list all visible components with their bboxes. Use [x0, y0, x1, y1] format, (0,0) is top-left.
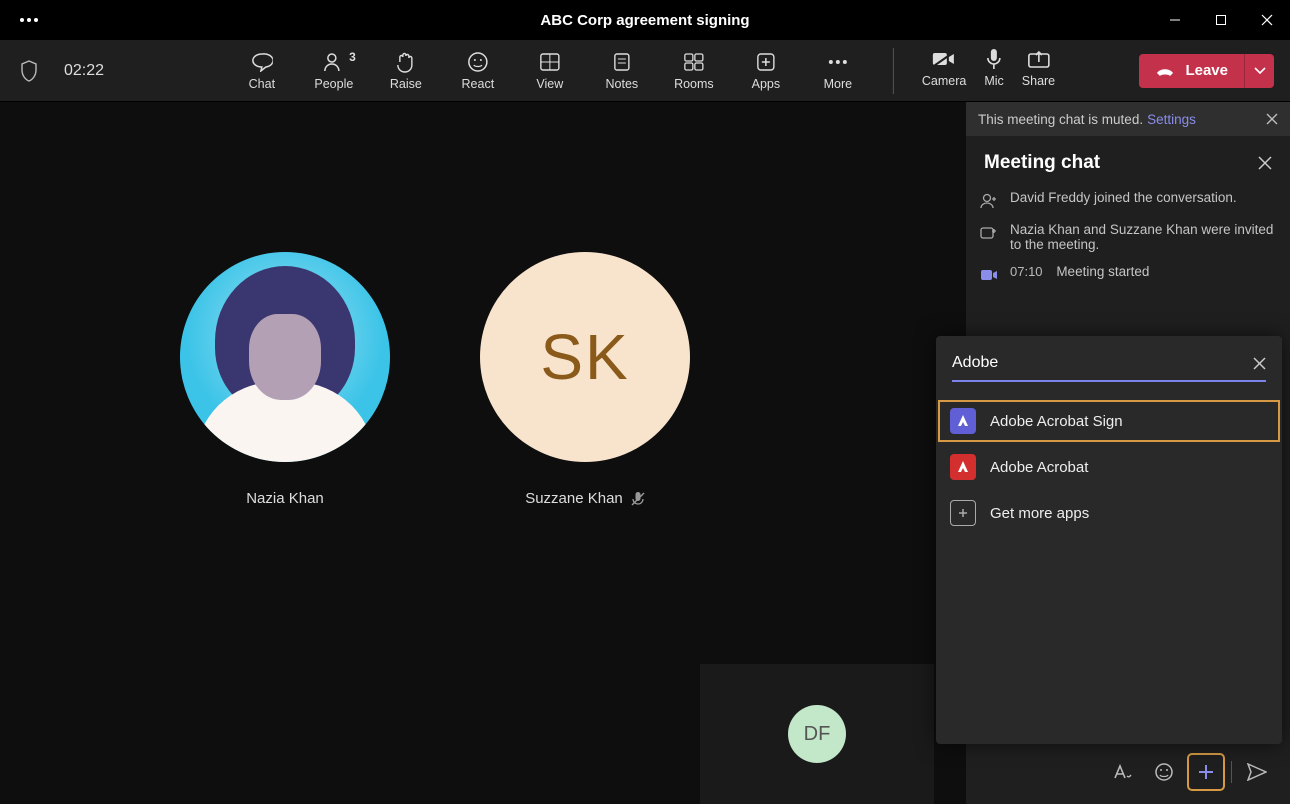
banner-close-icon[interactable]	[1266, 113, 1278, 125]
mic-muted-icon	[631, 491, 645, 507]
smiley-icon	[467, 51, 489, 73]
chat-tab[interactable]: Chat	[235, 48, 289, 94]
emoji-icon[interactable]	[1147, 755, 1181, 789]
notes-icon	[613, 51, 631, 73]
chat-close-icon[interactable]	[1258, 156, 1272, 170]
apps-tab[interactable]: Apps	[739, 48, 793, 94]
leave-dropdown[interactable]	[1244, 54, 1274, 88]
people-tab[interactable]: 3 People	[307, 48, 361, 94]
plus-box-icon	[950, 500, 976, 526]
more-tab[interactable]: More	[811, 48, 865, 94]
people-icon	[323, 51, 345, 73]
compose-divider	[1231, 761, 1232, 783]
video-icon	[980, 266, 998, 284]
toolbar-divider	[893, 48, 894, 94]
react-tab[interactable]: React	[451, 48, 505, 94]
share-button[interactable]: Share	[1022, 48, 1055, 94]
avatar-initials: SK	[540, 320, 629, 394]
adobe-acrobat-icon	[950, 454, 976, 480]
people-count: 3	[349, 50, 356, 64]
mic-toggle[interactable]: Mic	[984, 48, 1003, 94]
participant-name: Suzzane Khan	[525, 490, 623, 507]
view-tab[interactable]: View	[523, 48, 577, 94]
person-invite-icon	[980, 224, 998, 242]
app-search-input[interactable]	[952, 354, 1253, 372]
raise-hand-tab[interactable]: Raise	[379, 48, 433, 94]
avatar: SK	[480, 252, 690, 462]
apps-icon	[756, 51, 776, 73]
add-app-icon[interactable]	[1189, 755, 1223, 789]
chat-muted-banner: This meeting chat is muted. Settings	[966, 102, 1290, 136]
camera-toggle[interactable]: Camera	[922, 48, 966, 94]
notes-tab[interactable]: Notes	[595, 48, 649, 94]
adobe-sign-icon	[950, 408, 976, 434]
camera-off-icon	[932, 48, 956, 70]
ellipsis-icon	[828, 51, 848, 73]
chat-settings-link[interactable]: Settings	[1147, 112, 1196, 127]
participant-name: Nazia Khan	[246, 490, 324, 507]
chat-title: Meeting chat	[984, 152, 1100, 174]
chat-system-message: Nazia Khan and Suzzane Khan were invited…	[980, 222, 1276, 252]
chat-header: Meeting chat	[966, 136, 1290, 184]
share-icon	[1027, 48, 1049, 70]
mic-icon	[986, 48, 1002, 70]
participant-tile-1[interactable]: Nazia Khan	[180, 252, 390, 507]
app-result-get-more[interactable]: Get more apps	[936, 490, 1282, 536]
person-add-icon	[980, 192, 998, 210]
send-icon[interactable]	[1240, 755, 1274, 789]
chevron-down-icon	[1254, 67, 1266, 75]
leave-button[interactable]: Leave	[1139, 54, 1244, 88]
close-button[interactable]	[1244, 0, 1290, 40]
clear-search-icon[interactable]	[1253, 357, 1266, 370]
self-video-tile[interactable]: DF	[700, 664, 934, 804]
chat-meeting-started: 07:10 Meeting started	[980, 264, 1276, 284]
self-avatar: DF	[788, 705, 846, 763]
chat-system-message: David Freddy joined the conversation.	[980, 190, 1276, 210]
hangup-icon	[1155, 65, 1175, 77]
app-result-acrobat[interactable]: Adobe Acrobat	[936, 444, 1282, 490]
more-icon[interactable]	[20, 18, 38, 22]
format-icon[interactable]	[1105, 755, 1139, 789]
participant-tile-2[interactable]: SK Suzzane Khan	[480, 252, 690, 507]
rooms-icon	[684, 51, 704, 73]
maximize-button[interactable]	[1198, 0, 1244, 40]
hand-icon	[396, 51, 416, 73]
rooms-tab[interactable]: Rooms	[667, 48, 721, 94]
compose-bar	[966, 748, 1290, 796]
title-bar: ABC Corp agreement signing	[0, 0, 1290, 40]
chat-icon	[251, 51, 273, 73]
grid-icon	[540, 51, 560, 73]
app-search-popover: Adobe Acrobat Sign Adobe Acrobat Get mor…	[936, 336, 1282, 744]
app-result-acrobat-sign[interactable]: Adobe Acrobat Sign	[936, 398, 1282, 444]
elapsed-time: 02:22	[64, 62, 104, 80]
window-title: ABC Corp agreement signing	[540, 12, 749, 29]
avatar	[180, 252, 390, 462]
minimize-button[interactable]	[1152, 0, 1198, 40]
shield-icon[interactable]	[20, 60, 38, 82]
meeting-toolbar: 02:22 Chat 3 People Raise React View Not…	[0, 40, 1290, 102]
